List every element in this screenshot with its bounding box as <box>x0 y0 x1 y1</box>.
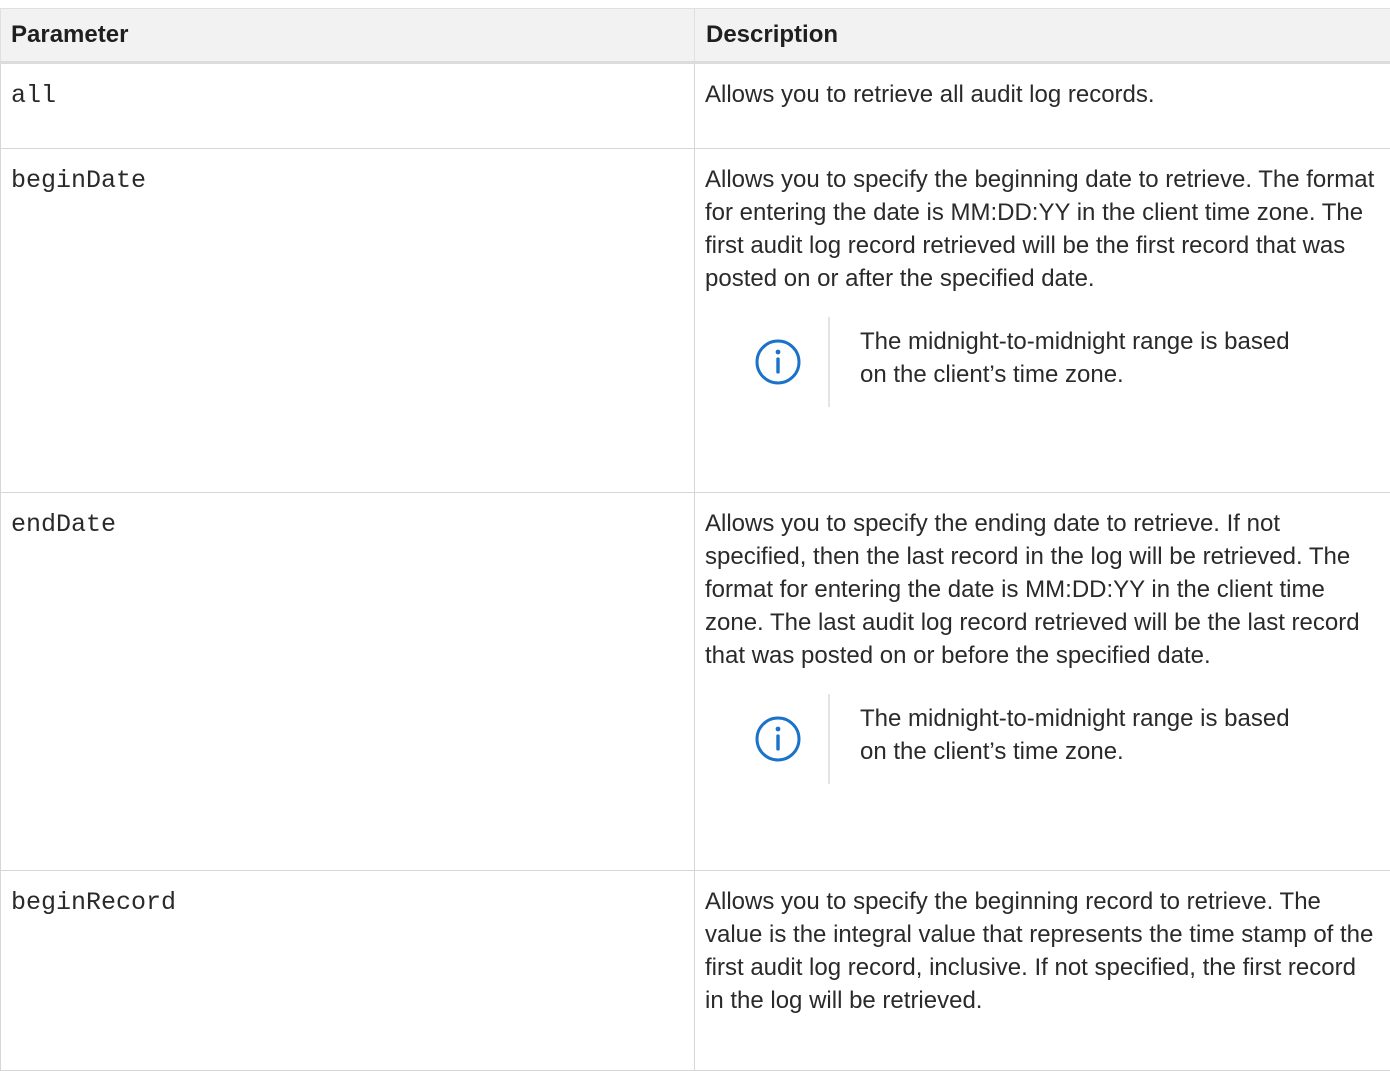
table-row: all Allows you to retrieve all audit log… <box>1 63 1390 149</box>
note-admonition: The midnight-to-midnight range is based … <box>728 317 1380 407</box>
table-row: beginRecord Allows you to specify the be… <box>1 871 1390 1071</box>
table-row: endDate Allows you to specify the ending… <box>1 493 1390 871</box>
description-cell: Allows you to specify the ending date to… <box>695 493 1390 871</box>
header-description: Description <box>695 9 1390 63</box>
parameter-cell: beginDate <box>1 149 695 493</box>
parameter-name: beginDate <box>1 149 694 199</box>
description-text: Allows you to retrieve all audit log rec… <box>705 78 1380 111</box>
note-text: The midnight-to-midnight range is based … <box>830 694 1300 784</box>
note-text: The midnight-to-midnight range is based … <box>830 317 1300 407</box>
parameter-name: beginRecord <box>1 871 694 921</box>
description-text: Allows you to specify the beginning reco… <box>705 885 1380 1017</box>
note-admonition: The midnight-to-midnight range is based … <box>728 694 1380 784</box>
description-text: Allows you to specify the ending date to… <box>705 507 1380 672</box>
description-cell: Allows you to retrieve all audit log rec… <box>695 63 1390 149</box>
description-cell: Allows you to specify the beginning date… <box>695 149 1390 493</box>
description-cell: Allows you to specify the beginning reco… <box>695 871 1390 1071</box>
info-icon <box>753 337 803 387</box>
parameter-cell: beginRecord <box>1 871 695 1071</box>
parameter-name: all <box>1 64 694 114</box>
table-header-row: Parameter Description <box>1 9 1390 63</box>
table-row: beginDate Allows you to specify the begi… <box>1 149 1390 493</box>
header-parameter: Parameter <box>1 9 695 63</box>
parameter-cell: all <box>1 63 695 149</box>
info-icon <box>753 714 803 764</box>
parameter-name: endDate <box>1 493 694 543</box>
parameter-cell: endDate <box>1 493 695 871</box>
parameter-table: Parameter Description all Allows you to … <box>0 8 1390 1071</box>
description-text: Allows you to specify the beginning date… <box>705 163 1380 295</box>
